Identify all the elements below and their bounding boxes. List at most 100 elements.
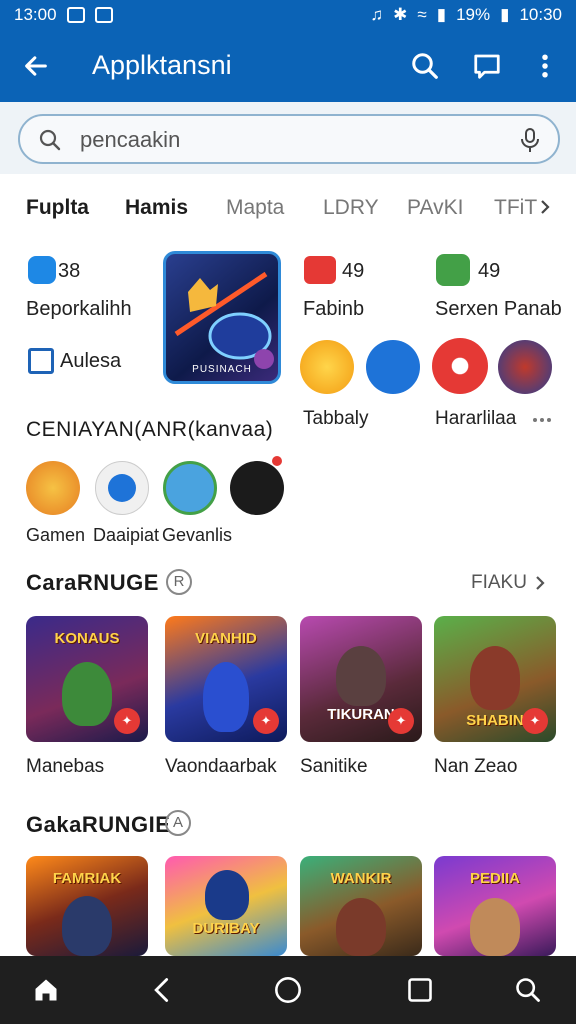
- home-circle-icon[interactable]: [274, 976, 302, 1004]
- character-art: [205, 870, 249, 920]
- card-label-2[interactable]: Vaondaarbak: [165, 756, 277, 778]
- mail-icon: [94, 7, 113, 23]
- tab-2[interactable]: Hamis: [125, 196, 188, 220]
- app-icon-1[interactable]: [28, 256, 56, 284]
- item3-count: 49: [342, 260, 365, 282]
- row-label-left: Tabbaly: [303, 408, 369, 429]
- app-circle-4[interactable]: [498, 340, 552, 394]
- item1-label[interactable]: Beporkalihh: [26, 298, 132, 321]
- game-card-4[interactable]: SHABIN ✦: [434, 616, 556, 742]
- search-box[interactable]: [18, 114, 560, 164]
- game-card-2[interactable]: VIANHID ✦: [165, 616, 287, 742]
- item2-label[interactable]: Aulesa: [60, 350, 121, 373]
- character-art: [62, 662, 112, 726]
- section1-item-2[interactable]: Daaipiat: [93, 525, 159, 546]
- character-art: [62, 896, 112, 956]
- app-title: Applktansni: [92, 50, 232, 80]
- game-card-8[interactable]: PEDIIA: [434, 856, 556, 956]
- character-art: [470, 646, 520, 710]
- card-title: FAMRIAK: [52, 870, 122, 887]
- featured-app-card[interactable]: PUSINACH: [163, 251, 281, 384]
- play-badge-icon: ✦: [253, 708, 279, 734]
- card-title: VIANHID: [195, 630, 257, 647]
- tab-6[interactable]: TFiT: [494, 196, 537, 220]
- section2-badge: R: [166, 569, 192, 595]
- search-icon[interactable]: [514, 976, 542, 1004]
- card-title: WANKIR: [330, 870, 392, 887]
- see-more-link[interactable]: FIAKU: [471, 572, 527, 594]
- back-icon[interactable]: [148, 976, 176, 1004]
- more-horizontal-icon[interactable]: [532, 416, 552, 424]
- game-card-3[interactable]: TIKURAN ✦: [300, 616, 422, 742]
- game-card-5[interactable]: FAMRIAK: [26, 856, 148, 956]
- play-badge-icon: ✦: [522, 708, 548, 734]
- recents-icon[interactable]: [406, 976, 434, 1004]
- search-icon[interactable]: [410, 51, 440, 81]
- character-art: [336, 898, 386, 956]
- wifi-icon: ≈: [417, 5, 427, 24]
- row-label-right: Hararlilaa: [435, 408, 517, 429]
- play-badge-icon: ✦: [388, 708, 414, 734]
- item1-count: 38: [58, 260, 81, 282]
- battery-icon: ▮: [500, 5, 510, 24]
- play-badge-icon: ✦: [114, 708, 140, 734]
- tab-4[interactable]: LDRY: [323, 196, 379, 220]
- video-app-icon[interactable]: [304, 256, 336, 284]
- app-circle-2[interactable]: [366, 340, 420, 394]
- section1-item-1[interactable]: Gamen: [26, 525, 85, 546]
- character-art: [470, 898, 520, 956]
- tab-5[interactable]: PAvKI: [407, 196, 463, 220]
- tab-3[interactable]: Mapta: [226, 196, 284, 220]
- game-app-icon[interactable]: [436, 254, 470, 286]
- category-tabs: Fuplta Hamis Mapta LDRY PAvKI TFiT: [0, 188, 576, 228]
- mute-icon: ♫: [370, 5, 384, 24]
- home-icon[interactable]: [32, 976, 60, 1004]
- card-label-3[interactable]: Sanitike: [300, 756, 368, 778]
- more-vertical-icon[interactable]: [530, 51, 560, 81]
- section1-item-3[interactable]: Gevanlis: [162, 525, 232, 546]
- section1-title: CENIAYAN(ANR(kanvaa): [26, 418, 274, 441]
- card-label-4[interactable]: Nan Zeao: [434, 756, 517, 778]
- notification-icon: [66, 7, 85, 23]
- app-circle-1[interactable]: [300, 340, 354, 394]
- status-time: 13:00: [14, 5, 57, 24]
- friend-avatar-1[interactable]: [26, 461, 80, 515]
- status-time-right: 10:30: [519, 5, 562, 24]
- search-icon: [39, 129, 61, 151]
- character-art: [203, 662, 249, 732]
- tab-1[interactable]: Fuplta: [26, 196, 89, 220]
- globe-icon: [108, 474, 136, 502]
- game-card-7[interactable]: WANKIR: [300, 856, 422, 956]
- item4-label[interactable]: Serxen Panab: [435, 298, 562, 321]
- search-input[interactable]: [78, 124, 502, 156]
- character-art: [336, 646, 386, 706]
- item3-label[interactable]: Fabinb: [303, 298, 364, 321]
- friend-avatar-4[interactable]: [230, 461, 284, 515]
- status-bar: 13:00 ♫ ✱ ≈ ▮ 19% ▮ 10:30: [0, 0, 576, 30]
- card-title: KONAUS: [54, 630, 120, 647]
- bluetooth-icon: ✱: [393, 5, 408, 24]
- app-icon-2[interactable]: [28, 348, 54, 374]
- section2-title: CaraRNUGE: [26, 570, 159, 595]
- app-bar: Applktansni: [0, 30, 576, 102]
- game-card-1[interactable]: KONAUS ✦: [26, 616, 148, 742]
- section3-badge: A: [165, 810, 191, 836]
- friend-avatar-3[interactable]: [163, 461, 217, 515]
- battery-level: 19%: [456, 5, 491, 24]
- section3-title: GakaRUNGIE: [26, 812, 171, 837]
- item4-count: 49: [478, 260, 501, 282]
- chat-icon[interactable]: [472, 51, 502, 81]
- signal-icon: ▮: [436, 5, 447, 24]
- chevron-right-icon[interactable]: [539, 198, 551, 216]
- chevron-right-icon[interactable]: [534, 574, 546, 592]
- app-circle-3[interactable]: [432, 338, 488, 394]
- friend-avatar-2[interactable]: [95, 461, 149, 515]
- back-arrow-icon[interactable]: [22, 52, 50, 80]
- search-area: [0, 102, 576, 174]
- microphone-icon[interactable]: [518, 127, 542, 153]
- game-card-6[interactable]: DURIBAY: [165, 856, 287, 956]
- card-title: PEDIIA: [469, 870, 520, 887]
- card-label-1[interactable]: Manebas: [26, 756, 104, 778]
- featured-caption: PUSINACH: [192, 364, 252, 375]
- notification-dot: [272, 456, 282, 466]
